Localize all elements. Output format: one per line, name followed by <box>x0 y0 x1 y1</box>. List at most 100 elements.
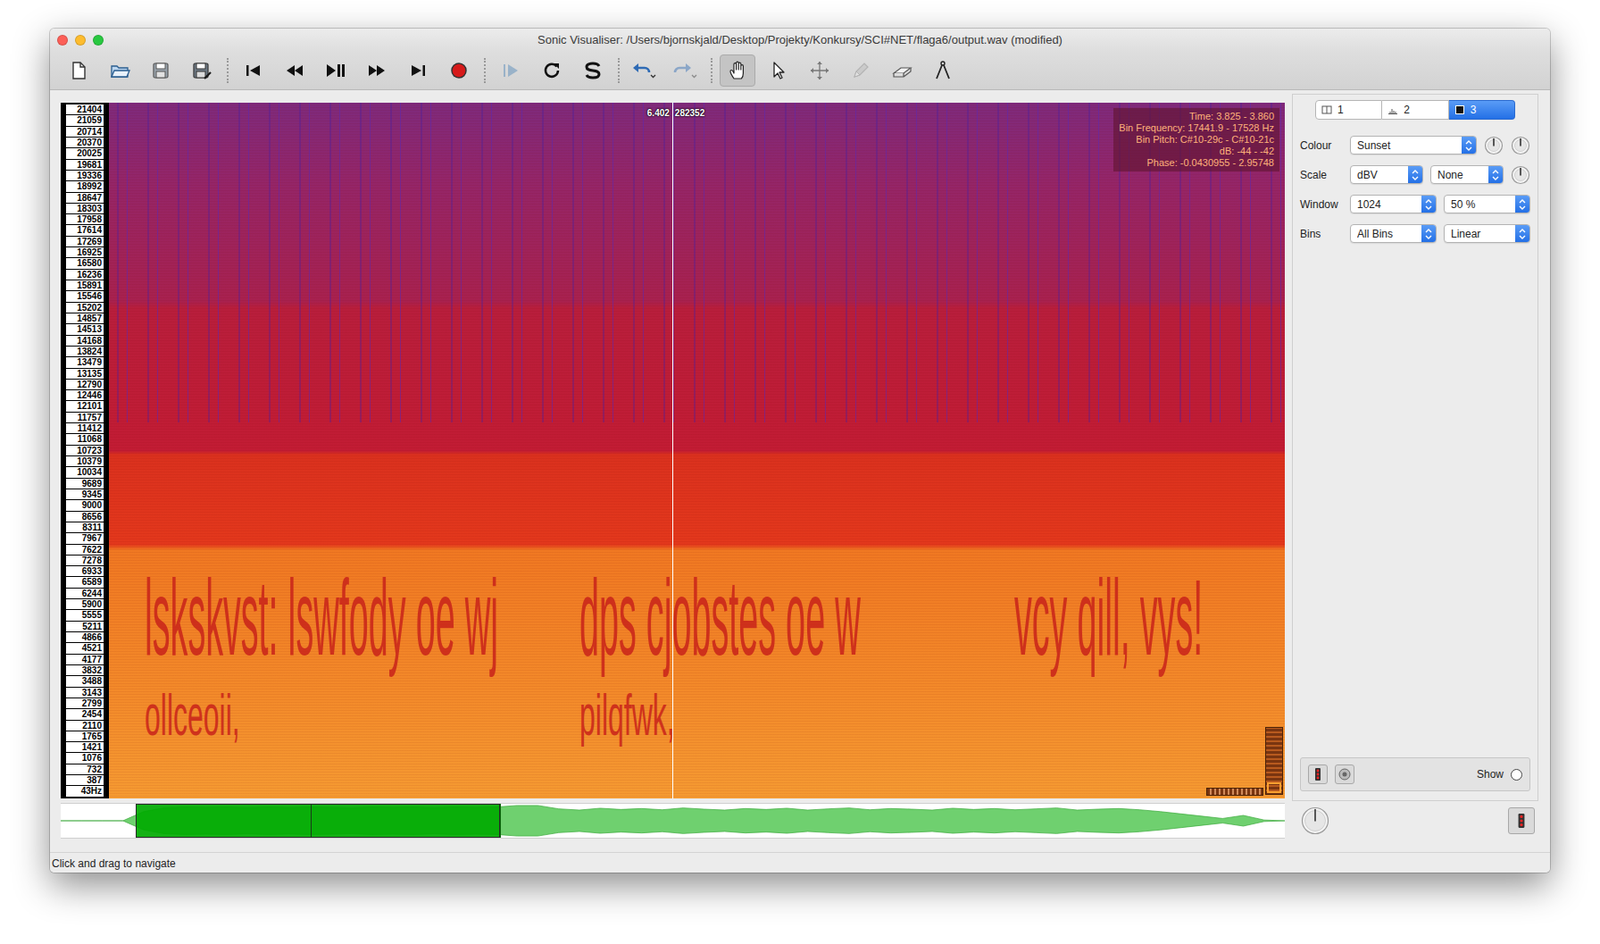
tab-label: 2 <box>1403 101 1410 118</box>
frequency-label: 19681 <box>66 159 104 170</box>
play-selection-button[interactable] <box>492 54 529 87</box>
window-controls <box>57 34 104 46</box>
layer-tab[interactable]: 3 <box>1449 100 1516 120</box>
playhead[interactable] <box>672 102 674 799</box>
spectrogram-text-line: vcy qill, vys! <box>1014 572 1203 662</box>
spectrogram-canvas[interactable]: lskskvst: lswfody oe wjollceoii,dps cjob… <box>108 102 1285 799</box>
draw-button[interactable] <box>842 54 879 87</box>
property-dropdown[interactable]: None <box>1430 165 1504 184</box>
spectrogram-text-line: dps cjobstes oe w <box>579 572 861 662</box>
start-icon <box>242 59 265 82</box>
frequency-label: 20714 <box>66 126 104 137</box>
start-button[interactable] <box>235 54 272 87</box>
frequency-label: 2454 <box>66 708 104 719</box>
zoom-button[interactable] <box>92 34 104 46</box>
loop-button[interactable] <box>533 54 570 87</box>
play-button[interactable] <box>317 54 354 87</box>
frequency-label: 11068 <box>66 433 104 444</box>
measure-glyph <box>932 59 954 82</box>
property-label: Bins <box>1300 225 1350 242</box>
tab-label: 3 <box>1470 101 1477 118</box>
property-knob[interactable] <box>1510 135 1531 156</box>
visible-region[interactable] <box>135 803 501 838</box>
spectrogram-text-column: vcy qill, vys! <box>1014 572 1283 742</box>
property-knob[interactable] <box>1483 135 1504 156</box>
vertical-zoom-wheel[interactable] <box>1265 726 1284 795</box>
erase-button[interactable] <box>883 54 920 87</box>
property-label: Colour <box>1300 137 1350 154</box>
info-line: Phase: -0.0430955 - 2.95748 <box>1118 157 1275 169</box>
frequency-label: 43Hz <box>66 785 104 796</box>
frequency-label: 15546 <box>66 291 104 301</box>
info-line: dB: -44 - -42 <box>1118 145 1275 158</box>
frequency-label: 9689 <box>66 478 104 489</box>
save-as-button[interactable] <box>183 54 220 87</box>
frequency-label: 4521 <box>66 642 104 653</box>
frequency-label: 17958 <box>66 214 104 225</box>
spectrogram-text: lskskvst: lswfody oe wjollceoii,dps cjob… <box>144 572 1283 742</box>
rewind-icon <box>283 59 306 82</box>
playback-button[interactable] <box>1334 764 1355 784</box>
info-line: Bin Pitch: C#10-29c - C#10-21c <box>1118 133 1275 146</box>
erase-glyph <box>891 59 913 82</box>
playhead-time: 6.402 <box>647 106 670 120</box>
close-button[interactable] <box>57 34 68 46</box>
redo-button[interactable] <box>667 54 704 87</box>
frequency-label: 6933 <box>66 566 104 576</box>
show-checkbox[interactable] <box>1510 768 1523 781</box>
frequency-label: 2799 <box>66 698 104 709</box>
navigate-icon <box>726 59 749 82</box>
dropdown-value: None <box>1437 166 1489 184</box>
frequency-label: 18303 <box>66 203 104 214</box>
frequency-label: 3143 <box>66 687 104 698</box>
frequency-label: 16236 <box>66 269 104 280</box>
measure-icon <box>932 59 954 82</box>
overview-waveform[interactable] <box>60 802 1285 839</box>
record-button[interactable] <box>441 54 477 87</box>
layer-tab[interactable]: 2 <box>1382 100 1449 120</box>
property-dropdown[interactable]: All Bins <box>1350 224 1437 243</box>
property-dropdown[interactable]: Sunset <box>1350 135 1477 155</box>
end-button[interactable] <box>400 54 436 87</box>
save-button[interactable] <box>142 54 179 87</box>
undo-button[interactable] <box>626 54 663 87</box>
save-as-icon <box>191 59 213 82</box>
frequency-label: 2110 <box>66 720 104 731</box>
property-dropdown[interactable]: 1024 <box>1350 194 1437 214</box>
property-controls: All Bins Linear <box>1350 224 1531 243</box>
frequency-label: 12790 <box>66 379 104 390</box>
updown-arrow-icon <box>1517 198 1527 211</box>
horizontal-zoom-wheel[interactable] <box>1206 787 1264 796</box>
frequency-label: 21059 <box>66 115 104 125</box>
playback-speed-knob[interactable] <box>1300 806 1330 835</box>
minimize-button[interactable] <box>75 34 86 46</box>
navigate-button[interactable] <box>719 54 756 87</box>
layer-tab[interactable]: 1 <box>1315 100 1383 120</box>
property-dropdown[interactable]: dBV <box>1350 165 1424 184</box>
dropdown-value: dBV <box>1357 166 1409 184</box>
frequency-label: 20370 <box>66 137 104 148</box>
frequency-label: 19336 <box>66 170 104 181</box>
move-button[interactable] <box>801 54 838 87</box>
dropdown-value: 50 % <box>1450 196 1516 213</box>
frequency-label: 5900 <box>66 599 104 609</box>
open-button[interactable] <box>101 54 138 87</box>
frequency-label: 21404 <box>66 104 104 115</box>
measure-button[interactable] <box>925 54 961 87</box>
layer-visibility-button[interactable] <box>1508 807 1535 834</box>
overview-playhead <box>310 803 312 838</box>
frequency-label: 8311 <box>66 522 104 533</box>
rewind-button[interactable] <box>276 54 313 87</box>
undo-icon <box>632 59 658 82</box>
select-button[interactable] <box>760 54 797 87</box>
property-dropdown[interactable]: 50 % <box>1443 194 1531 214</box>
property-knob[interactable] <box>1510 165 1531 185</box>
play-parameters-button[interactable] <box>1308 764 1328 784</box>
spectrogram-pane: 2140421059207142037020025196811933618992… <box>60 102 1285 799</box>
new-button[interactable] <box>60 54 97 87</box>
fast-forward-button[interactable] <box>358 54 395 87</box>
solo-icon <box>582 59 604 82</box>
solo-button[interactable] <box>575 54 611 87</box>
property-rows: ColourSunsetScaledBVNoneWindow102450 %Bi… <box>1300 130 1531 249</box>
property-dropdown[interactable]: Linear <box>1443 224 1531 243</box>
